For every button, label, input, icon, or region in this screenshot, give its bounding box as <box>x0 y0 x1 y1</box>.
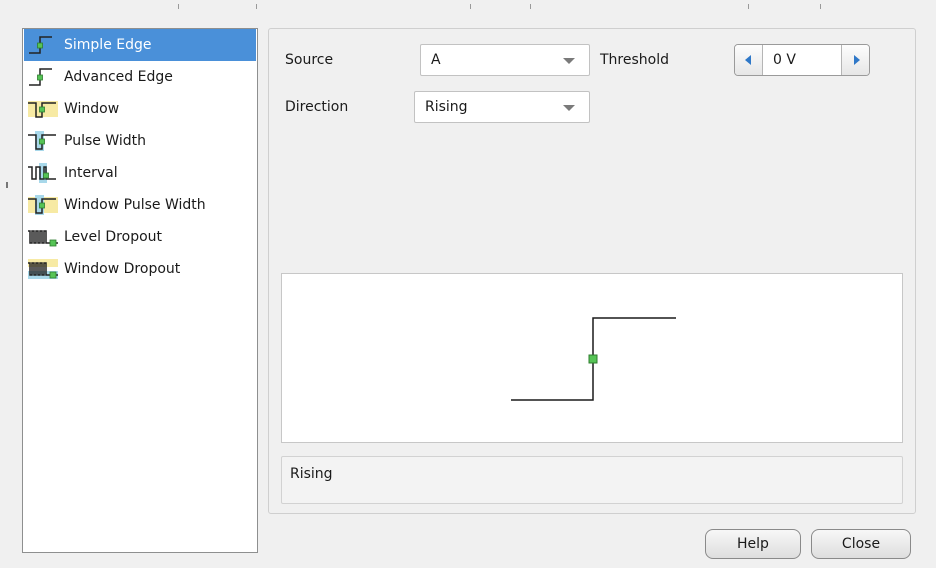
window-icon <box>28 101 58 118</box>
source-label: Source <box>285 52 334 68</box>
source-value: A <box>431 52 441 68</box>
description-text: Rising <box>290 466 333 482</box>
side-tick <box>6 182 8 188</box>
threshold-decrease-button[interactable] <box>735 45 763 75</box>
help-button[interactable]: Help <box>705 529 801 559</box>
trigger-item-window-pulse-width[interactable]: Window Pulse Width <box>24 189 256 221</box>
window-dropout-icon <box>28 259 58 279</box>
close-button[interactable]: Close <box>811 529 911 559</box>
level-dropout-icon <box>28 230 58 247</box>
trigger-item-pulse-width[interactable]: Pulse Width <box>24 125 256 157</box>
direction-label: Direction <box>285 99 349 115</box>
trigger-item-simple-edge[interactable]: Simple Edge <box>24 29 256 61</box>
trigger-item-window-dropout[interactable]: Window Dropout <box>24 253 256 285</box>
arrow-right-icon <box>854 55 860 65</box>
top-ruler <box>0 0 936 12</box>
trigger-item-label: Window <box>64 101 120 117</box>
trigger-waveform-diagram <box>511 317 676 401</box>
trigger-item-label: Window Pulse Width <box>64 197 206 213</box>
chevron-down-icon <box>563 105 575 111</box>
trigger-item-label: Level Dropout <box>64 229 163 245</box>
trigger-item-window[interactable]: Window <box>24 93 256 125</box>
trigger-item-label: Simple Edge <box>64 37 152 53</box>
trigger-point-marker <box>588 354 598 364</box>
source-dropdown[interactable]: A <box>420 44 590 76</box>
interval-icon <box>28 163 56 183</box>
threshold-spinbox[interactable]: 0 V <box>734 44 870 76</box>
trigger-item-interval[interactable]: Interval <box>24 157 256 189</box>
direction-dropdown[interactable]: Rising <box>414 91 590 123</box>
direction-value: Rising <box>425 99 468 115</box>
arrow-left-icon <box>745 55 751 65</box>
window-pulse-width-icon <box>28 195 58 215</box>
advanced-edge-icon <box>29 68 52 86</box>
trigger-description: Rising <box>281 456 903 504</box>
chevron-down-icon <box>563 58 575 64</box>
trigger-item-label: Advanced Edge <box>64 69 173 85</box>
trigger-preview-panel <box>281 273 903 443</box>
threshold-value[interactable]: 0 V <box>773 52 796 68</box>
trigger-type-list[interactable]: Simple Edge Advanced Edge Window Pulse W… <box>22 28 258 553</box>
trigger-item-advanced-edge[interactable]: Advanced Edge <box>24 61 256 93</box>
threshold-label: Threshold <box>600 52 669 68</box>
trigger-item-label: Pulse Width <box>64 133 146 149</box>
threshold-increase-button[interactable] <box>841 45 869 75</box>
pulse-width-icon <box>28 131 56 151</box>
trigger-item-label: Interval <box>64 165 118 181</box>
simple-edge-icon <box>29 36 52 54</box>
trigger-item-label: Window Dropout <box>64 261 181 277</box>
trigger-item-level-dropout[interactable]: Level Dropout <box>24 221 256 253</box>
